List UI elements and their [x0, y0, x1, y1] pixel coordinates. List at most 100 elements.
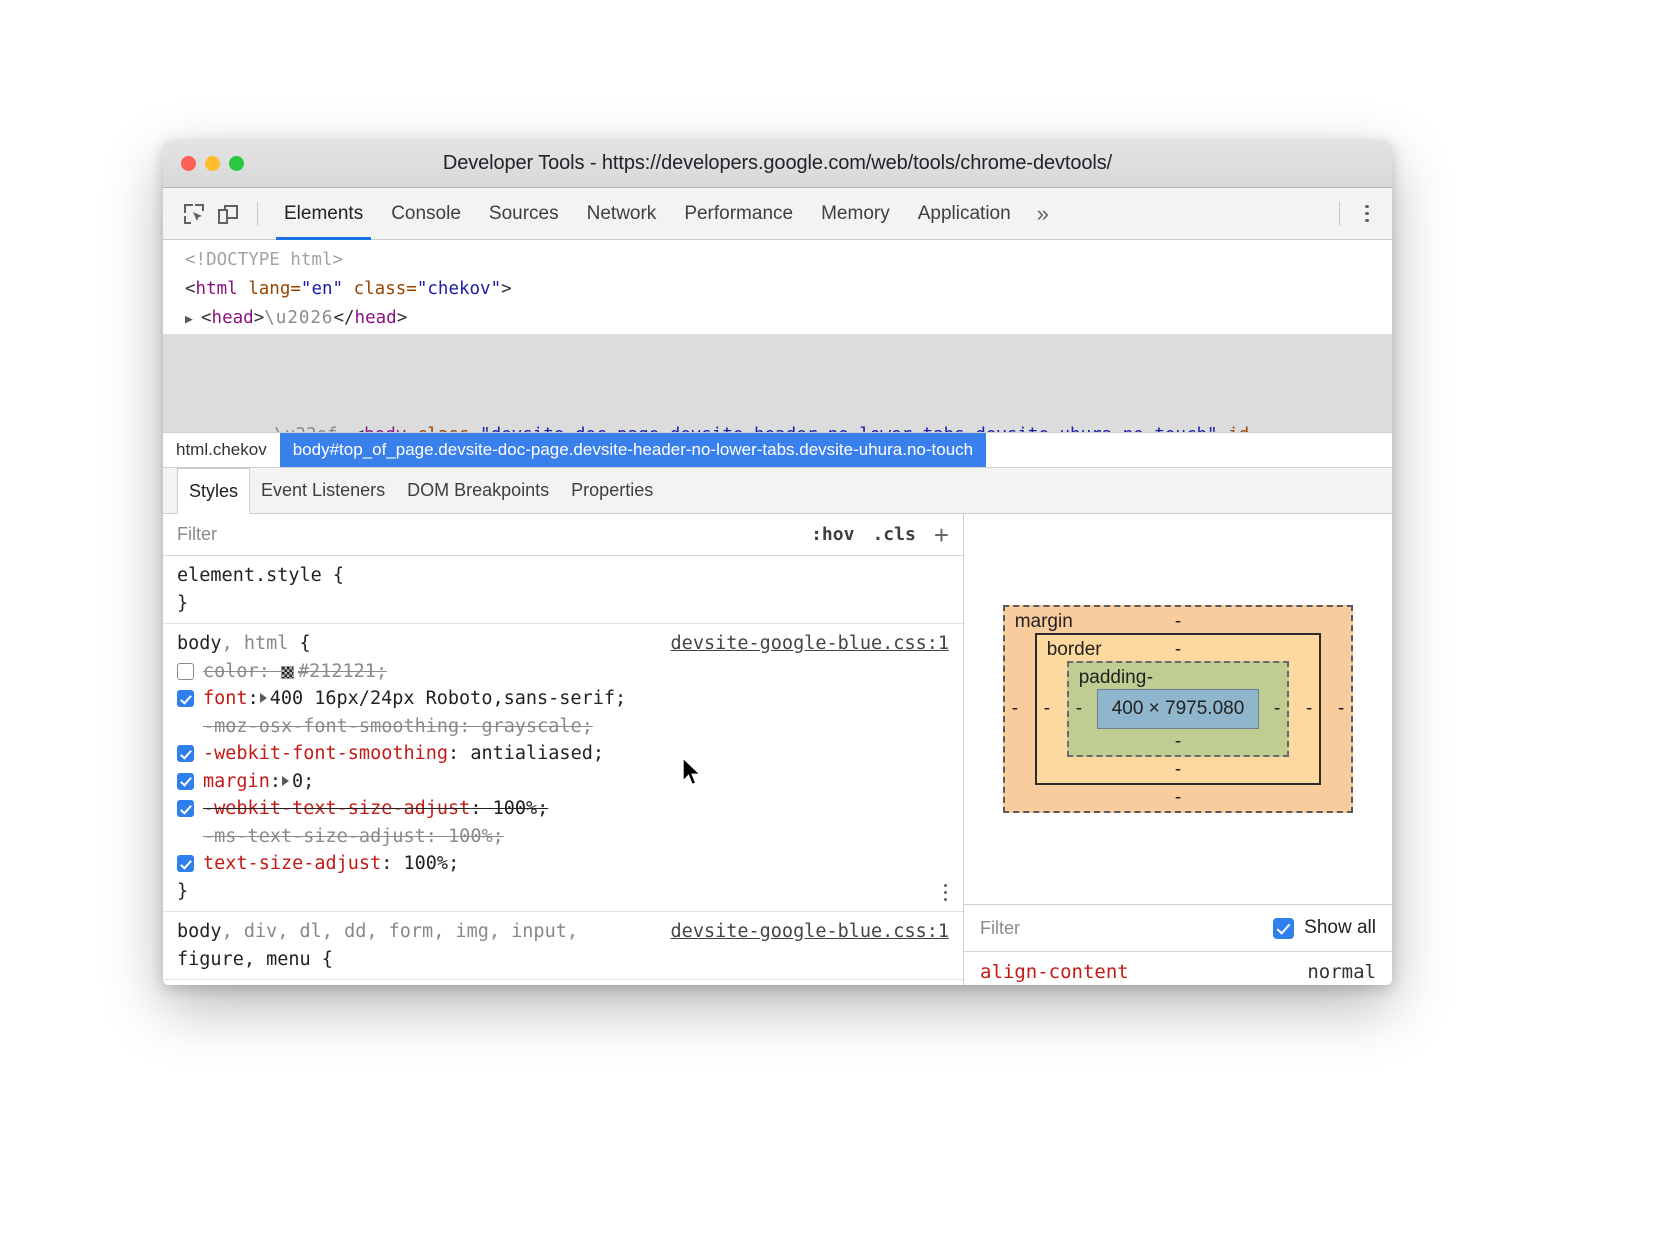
box-model-margin-bottom[interactable]: -: [1005, 787, 1352, 809]
computed-row-align-content[interactable]: align-content normal: [964, 956, 1392, 985]
css-rule-close-brace-1: }: [163, 878, 963, 906]
breadcrumb-item-body[interactable]: body#top_of_page.devsite-doc-page.devsit…: [280, 433, 986, 467]
box-model-border-right[interactable]: -: [1306, 698, 1312, 720]
tab-memory[interactable]: Memory: [807, 188, 904, 240]
tab-event-listeners[interactable]: Event Listeners: [250, 468, 396, 513]
box-model-margin-right[interactable]: -: [1338, 698, 1344, 720]
inspect-element-icon[interactable]: [177, 197, 211, 231]
css-selector-line2[interactable]: figure, menu {: [163, 946, 963, 974]
css-value-margin[interactable]: 0: [292, 771, 303, 792]
color-swatch-icon[interactable]: [281, 666, 294, 679]
css-rule-body-html: body, html {devsite-google-blue.css:1 co…: [163, 624, 963, 912]
dom-node-head[interactable]: ▶<head>\u2026</head>: [163, 304, 1392, 334]
toggle-element-state-button[interactable]: :hov: [811, 524, 854, 545]
dom-node-body[interactable]: \u22ef▼<body class="devsite-doc-page dev…: [163, 334, 1392, 432]
css-value-moz-osx-font-smoothing[interactable]: grayscale: [481, 716, 581, 737]
css-declaration-webkit-font-smoothing[interactable]: -webkit-font-smoothing: antialiased;: [163, 740, 963, 768]
computed-filter-input[interactable]: Filter: [980, 918, 1020, 939]
css-declaration-margin[interactable]: margin:0;: [163, 768, 963, 796]
rule-more-icon[interactable]: [944, 884, 948, 902]
box-model-padding-right[interactable]: -: [1274, 698, 1280, 720]
css-declaration-ms-text-size-adjust[interactable]: -ms-text-size-adjust: 100%;: [163, 823, 963, 851]
box-model-padding-label: padding: [1079, 667, 1147, 689]
more-options-icon[interactable]: [1352, 199, 1382, 229]
toggle-class-button[interactable]: .cls: [872, 524, 915, 545]
box-model-padding-bottom[interactable]: -: [1069, 731, 1288, 753]
css-selector-open-brace: {: [288, 633, 310, 654]
css-value-font[interactable]: 400 16px/24px Roboto,sans-serif: [270, 688, 615, 709]
styles-pane: Filter :hov .cls + element.style { }: [163, 514, 964, 985]
expand-shorthand-icon-margin[interactable]: [282, 776, 289, 786]
declaration-checkbox-webkit-font-smoothing[interactable]: [177, 745, 194, 762]
css-declaration-text-size-adjust[interactable]: text-size-adjust: 100%;: [163, 850, 963, 878]
breadcrumb: html.chekov body#top_of_page.devsite-doc…: [163, 432, 1392, 468]
tab-elements[interactable]: Elements: [270, 188, 377, 240]
box-model-padding-top[interactable]: -: [1147, 667, 1153, 689]
box-model-border-left[interactable]: -: [1044, 698, 1050, 720]
show-all-toggle[interactable]: Show all: [1273, 917, 1376, 939]
css-value-webkit-font-smoothing[interactable]: antialiased: [470, 743, 593, 764]
dom-node-html[interactable]: <html lang="en" class="chekov">: [163, 275, 1392, 304]
box-model-border-top[interactable]: -: [1037, 639, 1320, 661]
box-model-margin-top[interactable]: -: [1005, 611, 1352, 633]
more-tabs-button[interactable]: »: [1025, 188, 1061, 240]
tab-properties[interactable]: Properties: [560, 468, 664, 513]
maximize-window-button[interactable]: [229, 156, 244, 171]
css-property-moz-osx-font-smoothing: -moz-osx-font-smoothing: [203, 716, 459, 737]
show-all-checkbox[interactable]: [1273, 918, 1294, 939]
declaration-checkbox-color[interactable]: [177, 663, 194, 680]
css-value-text-size-adjust[interactable]: 100%: [404, 853, 449, 874]
box-model-margin[interactable]: margin - - - - border - - - - paddin: [1003, 605, 1354, 813]
tab-performance-label: Performance: [684, 203, 793, 225]
declaration-checkbox-font[interactable]: [177, 690, 194, 707]
css-selector-comma-2: ,: [222, 921, 244, 942]
metrics-pane: margin - - - - border - - - - paddin: [964, 514, 1392, 985]
minimize-window-button[interactable]: [205, 156, 220, 171]
expand-shorthand-icon-font[interactable]: [260, 693, 267, 703]
dom-node-badge-ellipsis[interactable]: \u22ef: [268, 425, 337, 432]
box-model-content[interactable]: 400 × 7975.080: [1097, 689, 1260, 729]
css-declaration-moz-osx-font-smoothing[interactable]: -moz-osx-font-smoothing: grayscale;: [163, 713, 963, 741]
tab-network[interactable]: Network: [573, 188, 671, 240]
close-window-button[interactable]: [181, 156, 196, 171]
css-selector-body-html[interactable]: body, html {devsite-google-blue.css:1: [163, 630, 963, 658]
screenshot-stage: Developer Tools - https://developers.goo…: [0, 0, 1655, 1257]
tab-styles[interactable]: Styles: [177, 468, 250, 514]
collapse-triangle-icon[interactable]: ▼: [338, 422, 354, 432]
css-sep-font: :: [248, 688, 259, 709]
expand-triangle-icon[interactable]: ▶: [185, 305, 201, 334]
tab-console[interactable]: Console: [377, 188, 475, 240]
tab-elements-label: Elements: [284, 203, 363, 225]
tab-performance[interactable]: Performance: [670, 188, 807, 240]
box-model-margin-left[interactable]: -: [1012, 698, 1018, 720]
show-all-label: Show all: [1304, 917, 1376, 939]
device-toolbar-icon[interactable]: [211, 197, 245, 231]
box-model-border[interactable]: border - - - - padding - - - -: [1035, 633, 1322, 785]
css-declaration-webkit-text-size-adjust[interactable]: -webkit-text-size-adjust: 100%;: [163, 795, 963, 823]
new-style-rule-button[interactable]: +: [934, 522, 949, 548]
css-selector-body-div-dl[interactable]: body, div, dl, dd, form, img, input,devs…: [163, 918, 963, 946]
css-rule-origin-link[interactable]: devsite-google-blue.css:1: [671, 630, 949, 658]
dom-node-doctype[interactable]: <!DOCTYPE html>: [163, 246, 1392, 275]
box-model-border-bottom[interactable]: -: [1037, 759, 1320, 781]
tab-dom-breakpoints[interactable]: DOM Breakpoints: [396, 468, 560, 513]
styles-filter-input[interactable]: Filter: [177, 524, 217, 545]
devtools-window: Developer Tools - https://developers.goo…: [163, 140, 1392, 985]
css-declaration-font[interactable]: font:400 16px/24px Roboto,sans-serif;: [163, 685, 963, 713]
css-selector-element-style[interactable]: element.style {: [163, 562, 963, 590]
css-sep-moz: :: [459, 716, 481, 737]
css-selector-part-body-2: body: [177, 921, 222, 942]
declaration-checkbox-webkit-text-size-adjust[interactable]: [177, 800, 194, 817]
tab-sources[interactable]: Sources: [475, 188, 573, 240]
breadcrumb-item-html[interactable]: html.chekov: [163, 433, 280, 467]
declaration-checkbox-margin[interactable]: [177, 773, 194, 790]
declaration-checkbox-text-size-adjust[interactable]: [177, 855, 194, 872]
css-value-ms-text-size-adjust[interactable]: 100%: [448, 826, 493, 847]
css-declaration-color[interactable]: color: #212121;: [163, 658, 963, 686]
tab-application[interactable]: Application: [904, 188, 1025, 240]
css-value-webkit-text-size-adjust[interactable]: 100%: [493, 798, 538, 819]
css-value-color[interactable]: #212121: [298, 661, 376, 682]
css-rule-origin-link-2[interactable]: devsite-google-blue.css:1: [671, 918, 949, 946]
box-model-padding[interactable]: padding - - - - 400 × 7975.080: [1067, 661, 1290, 757]
box-model-padding-left[interactable]: -: [1076, 698, 1082, 720]
